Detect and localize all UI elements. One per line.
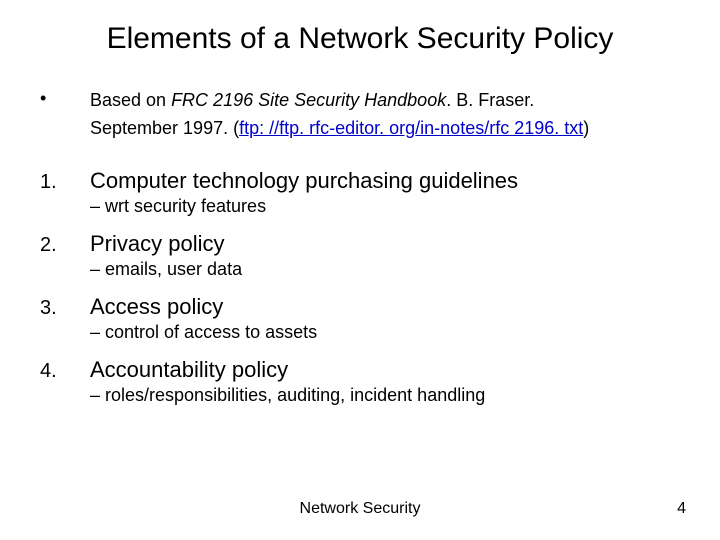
- source-row: • Based on FRC 2196 Site Security Handbo…: [40, 86, 680, 142]
- source-block: • Based on FRC 2196 Site Security Handbo…: [40, 86, 680, 142]
- list-item: 2. Privacy policy – emails, user data: [40, 231, 680, 280]
- list-item-head: 3. Access policy: [40, 294, 680, 320]
- source-text: Based on FRC 2196 Site Security Handbook…: [90, 86, 589, 142]
- list-item-note: – emails, user data: [90, 259, 680, 280]
- slide-title: Elements of a Network Security Policy: [0, 22, 720, 56]
- source-line2-prefix: September 1997. (: [90, 118, 239, 138]
- bullet-icon: •: [40, 86, 90, 110]
- list-item: 4. Accountability policy – roles/respons…: [40, 357, 680, 406]
- page-number: 4: [677, 500, 686, 518]
- list-item-label: Privacy policy: [90, 231, 224, 257]
- list-item-number: 3.: [40, 297, 90, 320]
- list-item-note: – roles/responsibilities, auditing, inci…: [90, 385, 680, 406]
- list-item-number: 2.: [40, 234, 90, 257]
- list-item-head: 2. Privacy policy: [40, 231, 680, 257]
- numbered-list: 1. Computer technology purchasing guidel…: [40, 168, 680, 420]
- source-link[interactable]: ftp: //ftp. rfc-editor. org/in-notes/rfc…: [239, 118, 583, 138]
- source-after-italic: . B. Fraser.: [446, 90, 534, 110]
- source-italic-ref: FRC 2196 Site Security Handbook: [171, 90, 446, 110]
- list-item-head: 4. Accountability policy: [40, 357, 680, 383]
- list-item-number: 1.: [40, 171, 90, 194]
- source-line2-suffix: ): [583, 118, 589, 138]
- footer-title: Network Security: [0, 500, 720, 518]
- source-prefix: Based on: [90, 90, 171, 110]
- list-item-label: Computer technology purchasing guideline…: [90, 168, 518, 194]
- list-item-label: Access policy: [90, 294, 223, 320]
- list-item-head: 1. Computer technology purchasing guidel…: [40, 168, 680, 194]
- list-item-note: – control of access to assets: [90, 322, 680, 343]
- list-item-label: Accountability policy: [90, 357, 288, 383]
- list-item: 3. Access policy – control of access to …: [40, 294, 680, 343]
- slide: Elements of a Network Security Policy • …: [0, 0, 720, 540]
- list-item-number: 4.: [40, 360, 90, 383]
- list-item: 1. Computer technology purchasing guidel…: [40, 168, 680, 217]
- list-item-note: – wrt security features: [90, 196, 680, 217]
